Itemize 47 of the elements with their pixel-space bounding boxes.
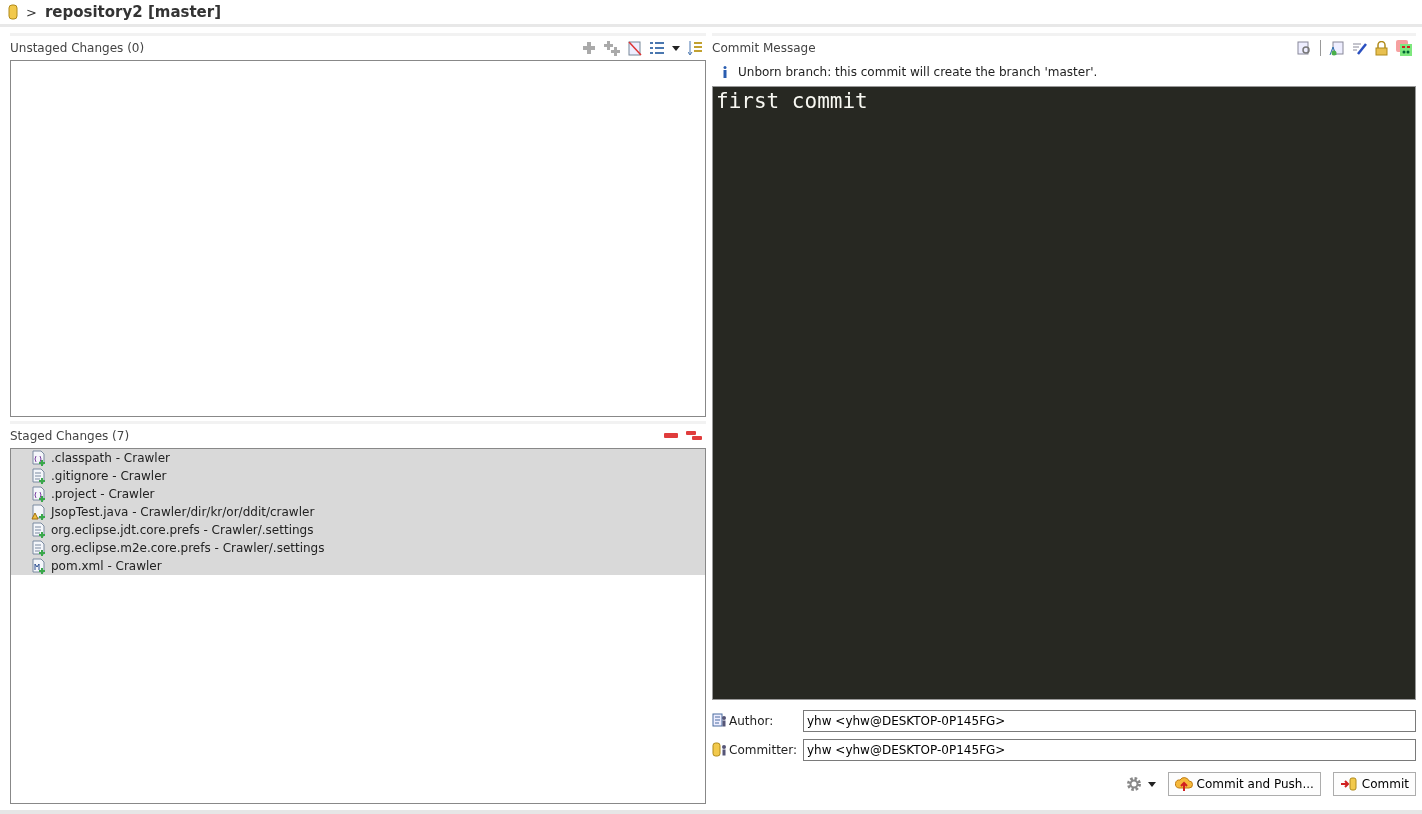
dropdown-caret-icon[interactable]: [672, 45, 680, 51]
cloud-upload-icon: [1174, 776, 1193, 792]
file-icon: [31, 557, 47, 574]
sort-icon[interactable]: [688, 41, 702, 55]
section-title: Staged Changes (7): [10, 428, 130, 443]
section-title: Unstaged Changes (0): [10, 41, 145, 55]
commit-button[interactable]: Commit: [1332, 772, 1416, 796]
commit-button[interactable]: Commit and Push...: [1167, 772, 1321, 796]
lock-icon[interactable]: [1375, 40, 1388, 56]
document-crossed-icon[interactable]: [628, 40, 642, 56]
info-message: Unborn branch: this commit will create the branch 'master'.: [738, 65, 1098, 79]
plus-icon[interactable]: [582, 41, 596, 55]
file-icon: [31, 503, 47, 520]
file-label: org.eclipse.m2e.core.prefs - Crawler/.settings: [51, 540, 325, 555]
file-label: .gitignore - Crawler: [51, 468, 167, 483]
double-minus-icon[interactable]: [686, 430, 702, 441]
file-label: .project - Crawler: [51, 486, 155, 501]
committer-label: Committer:: [728, 742, 798, 757]
repository-icon: [8, 4, 18, 20]
arrow-cylinder-icon: [1339, 776, 1358, 792]
sign-off-icon[interactable]: [1396, 40, 1412, 56]
pen-icon[interactable]: [1352, 40, 1367, 56]
author-icon: [712, 713, 727, 728]
author-field[interactable]: yhw <yhw@DESKTOP-0P145FG>: [803, 709, 1416, 732]
file-label: pom.xml - Crawler: [51, 558, 162, 573]
file-icon: [31, 485, 47, 502]
dropdown-caret-icon[interactable]: [1147, 781, 1156, 787]
file-row[interactable]: .classpath - Crawler: [11, 448, 705, 467]
file-label: .classpath - Crawler: [51, 450, 170, 465]
file-icon: [31, 539, 47, 556]
committer-field[interactable]: yhw <yhw@DESKTOP-0P145FG>: [803, 738, 1416, 761]
settings-icon[interactable]: [1125, 776, 1142, 792]
breadcrumb-separator: >: [26, 4, 37, 20]
file-label: org.eclipse.jdt.core.prefs - Crawler/.settings: [51, 522, 314, 537]
author-label: Author:: [728, 713, 775, 728]
double-plus-icon[interactable]: [604, 40, 620, 56]
minus-icon[interactable]: [664, 432, 678, 439]
file-label: JsopTest.java - Crawler/dir/kr/or/ddit/crawler: [51, 504, 315, 519]
file-icon: [31, 467, 47, 484]
document-search-icon[interactable]: [1297, 40, 1312, 56]
commit-message-editor[interactable]: first commit: [712, 86, 1416, 700]
file-icon: [31, 521, 47, 538]
section-title: Commit Message: [712, 41, 816, 55]
repository-title: repository2 [master]: [44, 3, 222, 21]
committer-icon: [712, 742, 727, 757]
list-icon[interactable]: [650, 42, 664, 54]
info-icon: [722, 66, 728, 78]
